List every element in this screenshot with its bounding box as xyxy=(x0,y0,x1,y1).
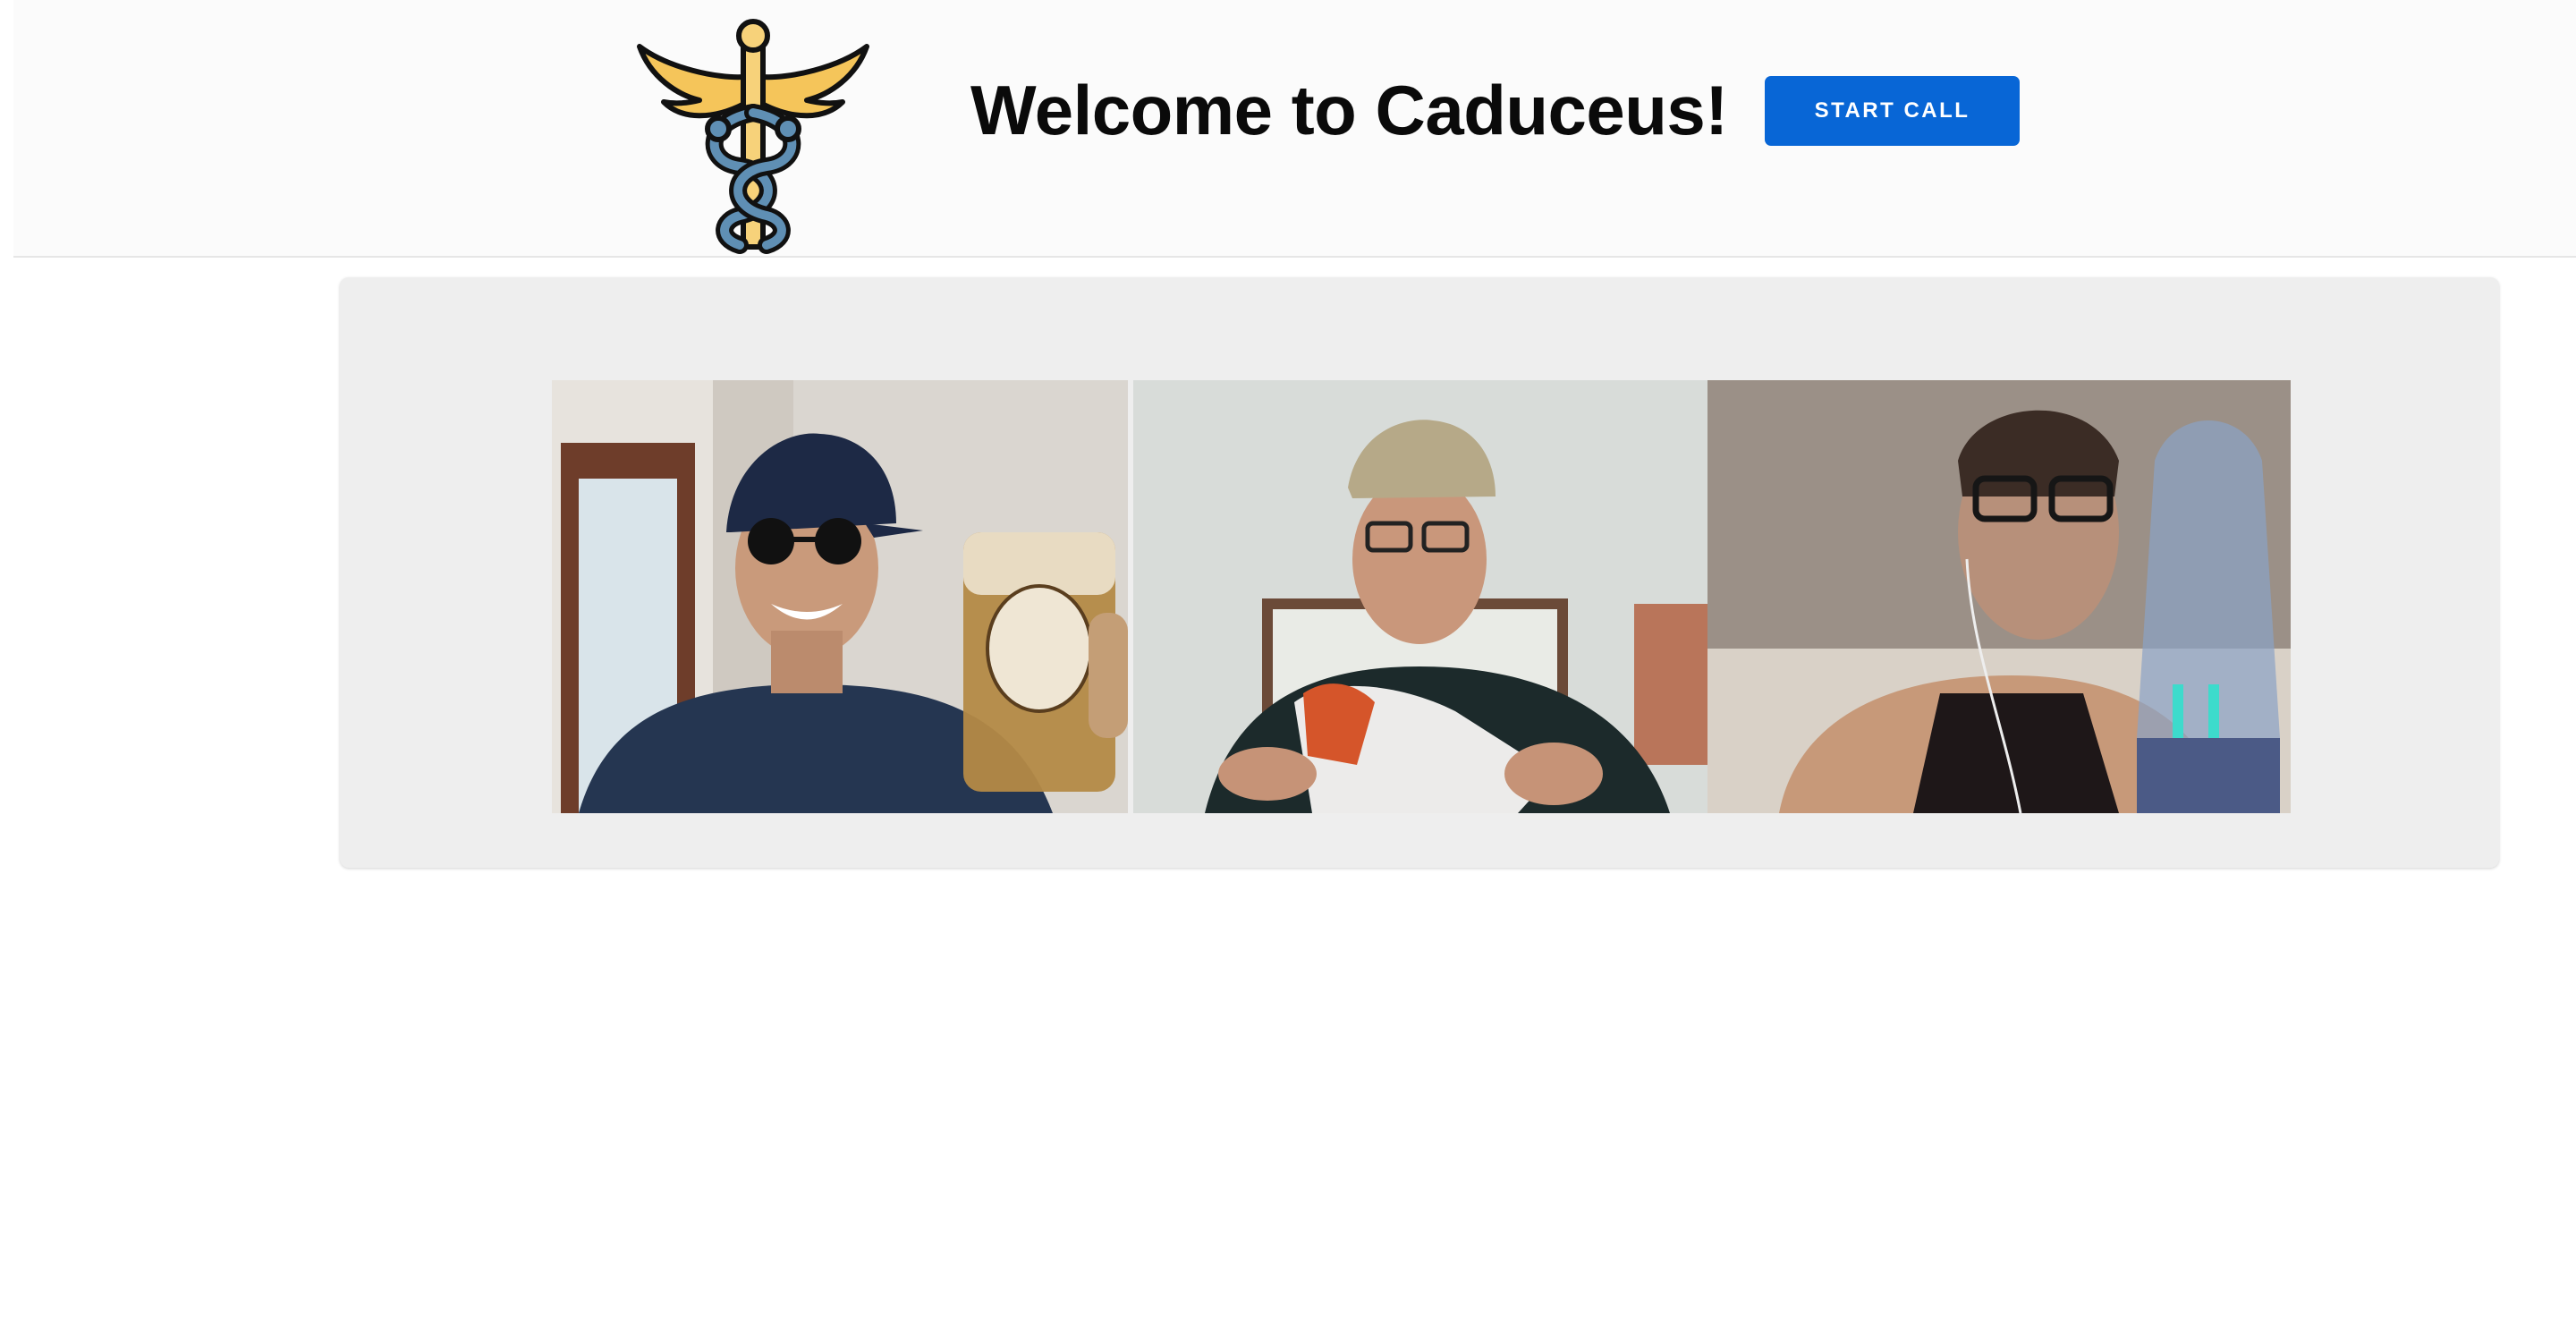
video-grid xyxy=(552,380,2291,813)
video-tile-1 xyxy=(552,380,1128,813)
app-header: Welcome to Caduceus! START CALL xyxy=(13,0,2576,258)
video-tile-2 xyxy=(1133,380,1707,813)
participant-video-3 xyxy=(1707,380,2291,813)
start-call-button[interactable]: START CALL xyxy=(1765,76,2020,146)
caduceus-icon xyxy=(632,14,874,256)
participant-video-2 xyxy=(1133,380,1707,813)
video-tile-3 xyxy=(1707,380,2291,813)
call-panel xyxy=(340,277,2499,868)
participant-video-1 xyxy=(552,380,1128,813)
page-title: Welcome to Caduceus! xyxy=(970,71,1728,149)
